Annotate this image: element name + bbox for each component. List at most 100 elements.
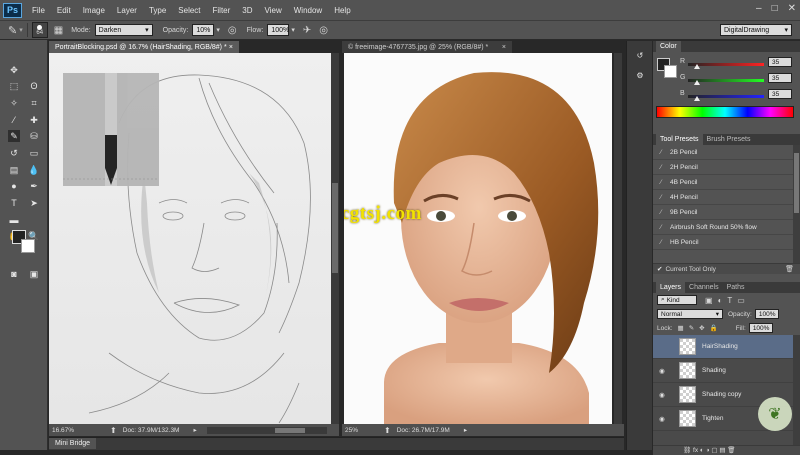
layer-row[interactable]: HairShading — [653, 335, 800, 359]
crop-tool-icon[interactable]: ⌗ — [28, 97, 40, 109]
history-icon[interactable]: ↺ — [634, 49, 646, 61]
layer-row[interactable]: ◉ Shading — [653, 359, 800, 383]
workspace-select[interactable]: DigitalDrawing ▾ — [720, 24, 792, 36]
pressure-opacity-icon[interactable]: ◎ — [228, 25, 237, 36]
tab-brush-presets[interactable]: Brush Presets — [703, 134, 755, 145]
lock-transparent-icon[interactable]: ▦ — [678, 324, 684, 332]
preset-item[interactable]: ⁄ 2H Pencil — [653, 160, 800, 175]
tab-channels[interactable]: Channels — [685, 282, 723, 293]
eye-icon[interactable]: ◉ — [656, 415, 668, 423]
scrollbar-thumb[interactable] — [794, 153, 799, 213]
preset-item[interactable]: ⁄ 2B Pencil — [653, 145, 800, 160]
tab-freeimage[interactable]: © freeimage-4767735.jpg @ 25% (RGB/8#) *… — [342, 41, 512, 53]
r-slider-handle[interactable] — [694, 64, 700, 69]
move-tool-icon[interactable]: ✥ — [8, 64, 20, 76]
tab-layers[interactable]: Layers — [656, 282, 686, 293]
marquee-tool-icon[interactable]: ⬚ — [8, 80, 20, 92]
chevron-down-icon[interactable]: ▾ — [216, 26, 220, 34]
brush-tool-icon[interactable]: ✎ — [8, 130, 20, 142]
clone-stamp-tool-icon[interactable]: ⛁ — [28, 130, 40, 142]
dodge-tool-icon[interactable]: ● — [8, 180, 20, 192]
photo-canvas[interactable]: www.cgtsj.com — [344, 53, 612, 424]
eraser-tool-icon[interactable]: ▭ — [28, 147, 40, 159]
minimize-button[interactable]: – — [756, 3, 762, 14]
menu-filter[interactable]: Filter — [207, 6, 237, 15]
g-slider-handle[interactable] — [694, 80, 700, 85]
menu-help[interactable]: Help — [328, 6, 356, 15]
layers-scrollbar[interactable] — [793, 335, 800, 445]
g-input[interactable]: 35 — [768, 73, 792, 83]
maximize-button[interactable]: □ — [772, 3, 778, 14]
path-select-tool-icon[interactable]: ➤ — [28, 197, 40, 209]
menu-file[interactable]: File — [26, 6, 51, 15]
brush-panel-icon[interactable]: ▦ — [54, 25, 63, 36]
horizontal-scrollbar[interactable] — [206, 426, 327, 434]
g-slider[interactable] — [688, 76, 764, 85]
close-icon[interactable]: × — [229, 44, 233, 51]
preset-item[interactable]: ⁄ 4H Pencil — [653, 190, 800, 205]
share-icon[interactable]: ⬆ — [110, 426, 117, 435]
healing-tool-icon[interactable]: ✚ — [28, 114, 40, 126]
scrollbar-thumb[interactable] — [332, 183, 338, 273]
mini-bridge-tab[interactable]: Mini Bridge — [49, 438, 97, 449]
background-color-swatch[interactable] — [664, 65, 677, 78]
preset-item[interactable]: ⁄ Airbrush Soft Round 50% flow — [653, 220, 800, 235]
eyedropper-tool-icon[interactable]: ⁄ — [8, 114, 20, 126]
fill-input[interactable]: 100% — [748, 323, 773, 333]
menu-3d[interactable]: 3D — [236, 6, 258, 15]
r-slider[interactable] — [688, 60, 764, 69]
checkbox-checked-icon[interactable]: ✔ — [657, 265, 662, 273]
menu-window[interactable]: Window — [288, 6, 328, 15]
sketch-canvas[interactable] — [49, 53, 331, 424]
pressure-size-icon[interactable]: ◎ — [319, 25, 328, 36]
filter-shape-icon[interactable]: ▭ — [737, 296, 745, 305]
menu-edit[interactable]: Edit — [51, 6, 77, 15]
layer-opacity-input[interactable]: 100% — [754, 309, 779, 319]
lasso-tool-icon[interactable]: ʘ — [28, 80, 40, 92]
opacity-input[interactable]: 10% — [192, 24, 215, 36]
scrollbar-thumb[interactable] — [274, 427, 305, 433]
vertical-scrollbar[interactable] — [331, 53, 339, 424]
flow-input[interactable]: 100% — [267, 24, 290, 36]
quick-select-tool-icon[interactable]: ✧ — [8, 97, 20, 109]
pen-tool-icon[interactable]: ✒ — [28, 180, 40, 192]
lock-position-icon[interactable]: ✥ — [699, 324, 704, 332]
tab-color[interactable]: Color — [656, 41, 681, 52]
blend-mode-select[interactable]: Normal ▾ — [657, 309, 723, 319]
eye-icon[interactable]: ◉ — [656, 391, 668, 399]
menu-view[interactable]: View — [259, 6, 288, 15]
blur-tool-icon[interactable]: 💧 — [28, 164, 40, 176]
brush-tool-icon[interactable]: ✎ — [8, 24, 17, 37]
menu-type[interactable]: Type — [143, 6, 172, 15]
b-input[interactable]: 35 — [768, 89, 792, 99]
close-icon[interactable]: × — [502, 44, 506, 51]
filter-pixel-icon[interactable]: ▣ — [705, 296, 713, 305]
tab-tool-presets[interactable]: Tool Presets — [656, 134, 703, 145]
chevron-down-icon[interactable]: ▾ — [19, 26, 23, 34]
vertical-scrollbar[interactable] — [614, 53, 622, 424]
eye-icon[interactable]: ◉ — [656, 367, 668, 375]
tab-paths[interactable]: Paths — [723, 282, 749, 293]
layers-footer-icons[interactable]: ⛓ fx ◐ ◑ ▢ ▤ 🗑 — [683, 447, 736, 454]
menu-select[interactable]: Select — [172, 6, 206, 15]
brush-size-picker[interactable]: 64 — [31, 22, 48, 38]
menu-layer[interactable]: Layer — [111, 6, 143, 15]
rectangle-tool-icon[interactable]: ▬ — [8, 214, 20, 226]
lock-image-icon[interactable]: ✎ — [689, 324, 694, 332]
share-icon[interactable]: ⬆ — [384, 426, 391, 435]
lock-all-icon[interactable]: 🔒 — [710, 324, 718, 332]
color-spectrum-ramp[interactable] — [656, 106, 794, 118]
preset-item[interactable]: ⁄ 9B Pencil — [653, 205, 800, 220]
quick-mask-icon[interactable]: ◙ — [8, 268, 20, 280]
preset-item[interactable]: ⁄ 4B Pencil — [653, 175, 800, 190]
b-slider[interactable] — [688, 92, 764, 101]
gradient-tool-icon[interactable]: ▤ — [8, 164, 20, 176]
properties-icon[interactable]: ⚙ — [634, 69, 646, 81]
filter-adjustment-icon[interactable]: ◐ — [718, 296, 723, 305]
tab-portrait-blocking[interactable]: PortraitBlocking.psd @ 16.7% (HairShadin… — [49, 41, 239, 53]
menu-image[interactable]: Image — [77, 6, 111, 15]
preset-item[interactable]: ⁄ HB Pencil — [653, 235, 800, 250]
close-button[interactable]: ✕ — [788, 3, 796, 14]
history-brush-tool-icon[interactable]: ↺ — [8, 147, 20, 159]
kind-filter-select[interactable]: ⌕ Kind — [657, 295, 697, 305]
